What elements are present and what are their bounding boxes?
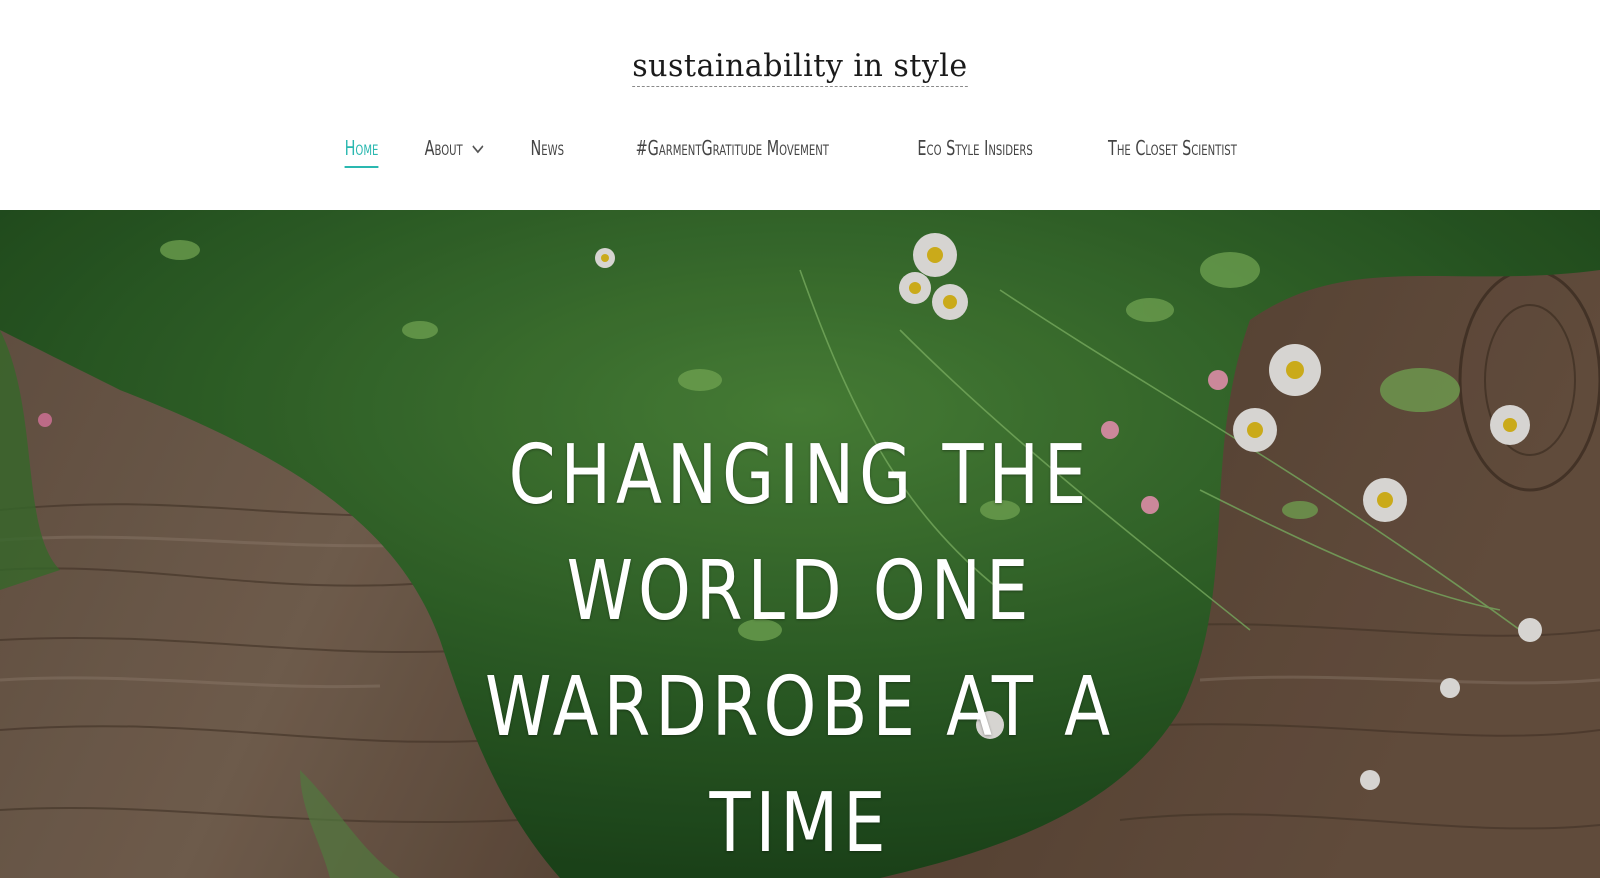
- nav-item-home[interactable]: Home: [344, 132, 379, 172]
- nav-item-label: News: [530, 136, 564, 160]
- nav-item-label: The Closet Scientist: [1108, 136, 1237, 160]
- nav-item-label: #GarmentGratitude Movement: [635, 136, 830, 160]
- site-logo-link[interactable]: sustainability in style: [632, 48, 968, 87]
- nav-item-closet-scientist[interactable]: The Closet Scientist: [1108, 132, 1237, 172]
- nav-item-news[interactable]: News: [530, 132, 564, 172]
- nav-item-about[interactable]: About: [425, 132, 485, 172]
- site-logo: sustainability in style: [0, 48, 1600, 87]
- main-navigation: Home About News #GarmentGratitude Moveme…: [0, 132, 1600, 172]
- hero-title: Changing the world one wardrobe at a tim…: [400, 418, 1200, 878]
- nav-item-label: About: [424, 136, 463, 160]
- nav-item-label: Eco Style Insiders: [917, 136, 1033, 160]
- nav-item-eco-style-insiders[interactable]: Eco Style Insiders: [917, 132, 1032, 172]
- chevron-down-icon[interactable]: [471, 143, 484, 155]
- hero-section: Changing the world one wardrobe at a tim…: [0, 210, 1600, 878]
- site-header: sustainability in style Home About News …: [0, 0, 1600, 210]
- nav-item-garment-gratitude[interactable]: #GarmentGratitude Movement: [636, 132, 829, 172]
- nav-item-label: Home: [344, 136, 379, 168]
- hero-title-text: Changing the world one wardrobe at a tim…: [484, 428, 1116, 871]
